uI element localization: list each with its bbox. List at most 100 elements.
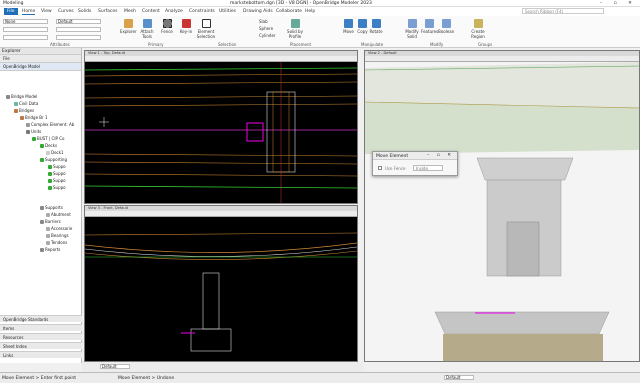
menu-help[interactable]: Help: [305, 9, 315, 14]
keyin-button[interactable]: Key-in: [178, 19, 194, 34]
tree-bridge-br1[interactable]: Bridge Br 1: [20, 115, 48, 120]
slab-button[interactable]: Slab: [259, 19, 277, 24]
menu-analyze[interactable]: Analyze: [165, 9, 183, 14]
barriers-icon: [40, 220, 44, 224]
create-region-button[interactable]: Create Region: [470, 19, 486, 39]
title-bar: Modeling markstebottom.dgn [3D - V8 DGN]…: [0, 0, 640, 7]
group-selection: Selection: [218, 42, 237, 47]
folder-icon: [6, 95, 10, 99]
solid-by-profile-button[interactable]: Solid by Profile: [285, 19, 305, 39]
boolean-button[interactable]: Boolean: [438, 19, 454, 34]
tree-abutment[interactable]: Abutment: [46, 212, 71, 217]
group-modify: Modify: [430, 42, 444, 47]
checkbox-icon: [40, 158, 44, 162]
bottom-toolbar[interactable]: Default: [82, 362, 364, 372]
menu-file[interactable]: File: [4, 8, 18, 15]
status-level-combo[interactable]: Default: [444, 375, 474, 380]
view3-canvas: [85, 232, 357, 352]
tree-support-2[interactable]: Suppo: [48, 171, 66, 176]
tree-support-1[interactable]: Suppo: [48, 164, 66, 169]
tree-civil-data[interactable]: Civil Data: [14, 101, 38, 106]
tree-bust[interactable]: BUST | CIP Co: [32, 136, 64, 141]
tree-supports[interactable]: Supports: [40, 205, 63, 210]
attach-icon: [142, 19, 152, 28]
tree-tendons[interactable]: Tendons: [46, 240, 67, 245]
tree-deck1[interactable]: Deck1: [46, 150, 64, 155]
tree-bearings[interactable]: Bearings: [46, 233, 69, 238]
attach-tools-button[interactable]: Attach Tools: [139, 19, 155, 39]
menu-constraints[interactable]: Constraints: [189, 9, 215, 14]
view-top[interactable]: View 1 - Top, Default: [84, 50, 358, 204]
tree-barriers[interactable]: Barriers: [40, 219, 61, 224]
linestyle-combo[interactable]: [3, 35, 48, 40]
tree-bridges[interactable]: Bridges: [14, 108, 34, 113]
bearings-icon: [46, 234, 50, 238]
ribbon: None Default Explorer Attach Tools Fence…: [0, 16, 640, 48]
tree-bridge-model[interactable]: Bridge Model: [6, 94, 37, 99]
level-combo[interactable]: None: [3, 19, 48, 24]
modify-solid-button[interactable]: Modify Solid: [404, 19, 420, 39]
search-ribbon-input[interactable]: Search Ribbon (F4): [522, 8, 604, 14]
reports-icon: [40, 248, 44, 252]
weight-combo[interactable]: [56, 27, 101, 32]
status-prompt: Move Element > Enter first point: [2, 376, 76, 381]
civil-icon: [14, 102, 18, 106]
checkbox-icon: [48, 172, 52, 176]
tree-reports[interactable]: Reports: [40, 247, 60, 252]
menu-view[interactable]: View: [41, 9, 52, 14]
explorer-file-tab[interactable]: File: [0, 55, 81, 63]
explorer-icon: [123, 19, 133, 28]
section-links[interactable]: Links: [0, 351, 82, 358]
element-selection-button[interactable]: Element Selection: [196, 19, 216, 39]
tree-support-3[interactable]: Suppo: [48, 178, 66, 183]
tree-units[interactable]: Units: [26, 129, 41, 134]
explorer-button[interactable]: Explorer: [120, 19, 137, 34]
rotate-button[interactable]: Rotate: [369, 19, 383, 34]
fence-button[interactable]: Fence: [160, 19, 174, 34]
section-resources[interactable]: Resources: [0, 333, 82, 340]
sphere-button[interactable]: Sphere: [259, 26, 277, 31]
tree-support-4[interactable]: Suppo: [48, 185, 66, 190]
copy-button[interactable]: Copy: [356, 19, 369, 34]
section-sheet-index[interactable]: Sheet Index: [0, 342, 82, 349]
section-items[interactable]: Items: [0, 324, 82, 331]
active-level-combo[interactable]: Default: [100, 364, 130, 369]
checkbox-icon: [48, 165, 52, 169]
fence-mode-select[interactable]: Inside: [413, 165, 443, 171]
menu-mesh[interactable]: Mesh: [124, 9, 136, 14]
menu-collaborate[interactable]: Collaborate: [276, 9, 302, 14]
view-3d[interactable]: View 2 - Default: [364, 50, 640, 362]
checkbox-icon: [40, 144, 44, 148]
section-openbridge-standards[interactable]: OpenBridge Standards: [0, 315, 82, 322]
transparency-combo[interactable]: [56, 35, 101, 40]
menu-home[interactable]: Home: [22, 9, 36, 15]
move-element-dialog[interactable]: Move Element – ▫ ✕ Use Fence Inside: [372, 151, 458, 176]
use-fence-checkbox[interactable]: [378, 166, 382, 170]
tree-complex-element[interactable]: Complex Element: Ab: [26, 122, 74, 127]
move-button[interactable]: Move: [342, 19, 355, 34]
menu-content[interactable]: Content: [142, 9, 160, 14]
accessories-icon: [46, 227, 50, 231]
menu-solids[interactable]: Solids: [78, 9, 91, 14]
features-button[interactable]: Features: [421, 19, 438, 34]
style-combo[interactable]: Default: [56, 19, 101, 24]
features-icon: [424, 19, 434, 28]
dialog-controls[interactable]: – ▫ ✕: [427, 153, 454, 158]
view-front[interactable]: View 3 - Front, Default: [84, 205, 358, 362]
menu-curves[interactable]: Curves: [58, 9, 74, 14]
window-controls[interactable]: – ▫ ✕: [600, 1, 637, 6]
bridge-icon: [14, 109, 18, 113]
menu-drawing-aids[interactable]: Drawing Aids: [243, 9, 273, 14]
supports-icon: [40, 206, 44, 210]
menu-surfaces[interactable]: Surfaces: [98, 9, 118, 14]
color-combo[interactable]: [3, 27, 48, 32]
menu-utilities[interactable]: Utilities: [219, 9, 236, 14]
explorer-model-tab[interactable]: OpenBridge Model: [0, 63, 81, 71]
unit-icon: [32, 137, 36, 141]
tree-decks[interactable]: Decks: [40, 143, 57, 148]
keyin-icon: [181, 19, 191, 28]
tree-supporting[interactable]: Supporting: [40, 157, 67, 162]
tree-accessories[interactable]: Accessorie: [46, 226, 72, 231]
fence-icon: [162, 19, 172, 28]
cylinder-button[interactable]: Cylinder: [259, 33, 281, 38]
